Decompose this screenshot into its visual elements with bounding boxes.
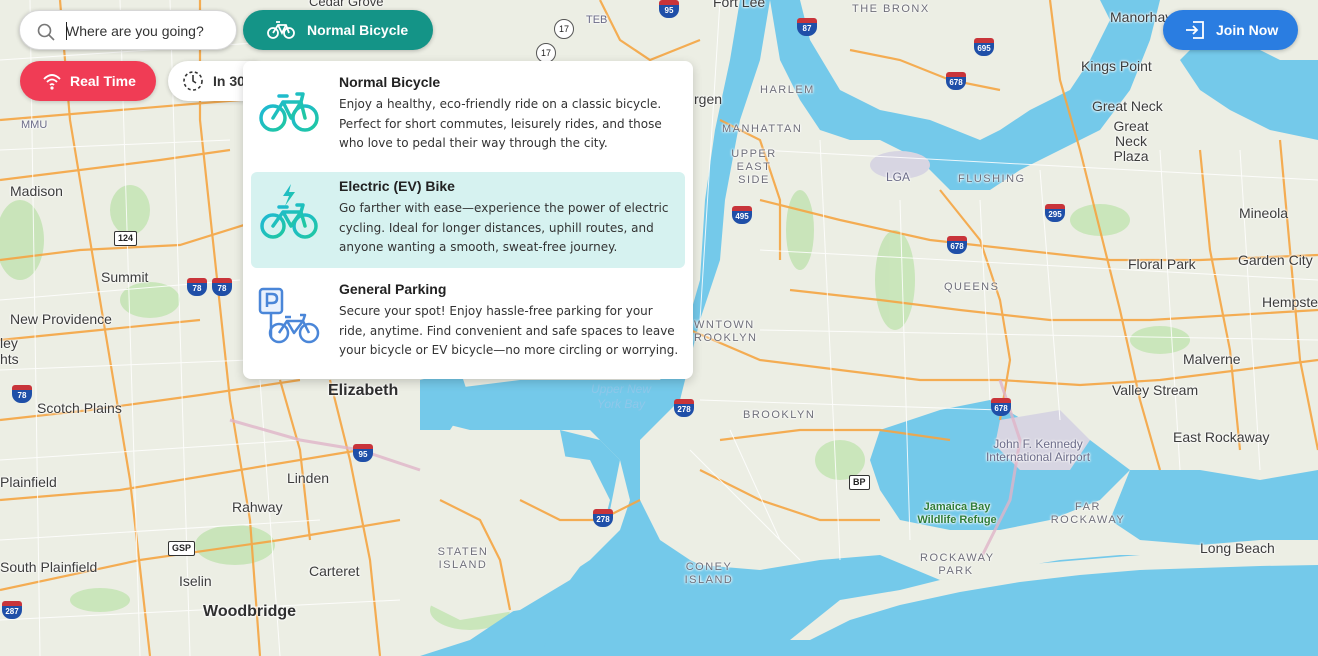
join-now-button[interactable]: Join Now	[1163, 10, 1298, 50]
map-label: THE BRONX	[852, 3, 930, 15]
route-shield: 78	[187, 278, 207, 296]
map-label: Summit	[101, 269, 149, 285]
map-label: TEB	[586, 14, 608, 26]
map-label: East Rockaway	[1173, 429, 1270, 445]
route-shield: 295	[1045, 204, 1065, 222]
map-label: Malverne	[1183, 351, 1241, 367]
map-label: LGA	[886, 170, 911, 184]
map-label: FAR ROCKAWAY	[1050, 501, 1126, 526]
map-label: Great Neck Plaza	[1113, 118, 1149, 164]
map-label: Valley Stream	[1112, 382, 1199, 398]
map-label: Garden City	[1238, 252, 1313, 268]
text-caret	[66, 22, 67, 40]
vehicle-type-dropdown: Normal Bicycle Enjoy a healthy, eco-frie…	[243, 61, 693, 379]
bicycle-icon	[259, 92, 319, 132]
map-label: MMU	[21, 119, 48, 131]
map-label: Rahway	[232, 499, 283, 515]
map-label: FLUSHING	[958, 173, 1026, 185]
option-title: Electric (EV) Bike	[339, 178, 455, 194]
join-now-label: Join Now	[1216, 22, 1279, 38]
map-label: Jamaica Bay Wildlife Refuge	[917, 501, 997, 526]
route-shield: 95	[353, 444, 373, 462]
option-description: Go farther with ease—experience the powe…	[339, 201, 669, 254]
option-description: Enjoy a healthy, eco-friendly ride on a …	[339, 97, 662, 150]
route-shield: 678	[991, 398, 1011, 416]
map-label: hts	[0, 351, 19, 367]
option-electric-bike[interactable]: Electric (EV) Bike Go farther with ease—…	[251, 172, 685, 268]
map-label: John F. Kennedy International Airport	[985, 437, 1091, 464]
map-label: New Providence	[10, 311, 112, 327]
map-label: Hempste	[1262, 294, 1318, 310]
search-icon	[37, 23, 55, 41]
real-time-label: Real Time	[70, 73, 136, 89]
option-normal-bicycle[interactable]: Normal Bicycle Enjoy a healthy, eco-frie…	[251, 68, 685, 164]
schedule-later-label: In 30	[213, 73, 245, 89]
option-description: Secure your spot! Enjoy hassle-free park…	[339, 304, 679, 357]
option-title: General Parking	[339, 281, 447, 297]
map-label: Fort Lee	[713, 0, 766, 10]
map-label: Floral Park	[1128, 256, 1196, 272]
map-label: Mineola	[1239, 205, 1289, 221]
map-label: UPPER EAST SIDE	[731, 148, 777, 186]
map-label: Madison	[10, 183, 63, 199]
route-shield: 287	[2, 601, 22, 619]
option-title: Normal Bicycle	[339, 74, 441, 90]
bicycle-icon	[267, 21, 295, 39]
map-label: ROCKAWAY PARK	[920, 552, 995, 577]
map-label: Carteret	[309, 563, 360, 579]
vehicle-mode-label: Normal Bicycle	[307, 22, 409, 38]
route-shield: 278	[674, 399, 694, 417]
map-label: Kings Point	[1081, 58, 1152, 74]
route-shield: 78	[12, 385, 32, 403]
map-label: MANHATTAN	[722, 123, 803, 135]
clock-dashed-icon	[183, 71, 203, 91]
route-shield: 87	[797, 18, 817, 36]
map-label: South Plainfield	[0, 559, 98, 575]
map-label: Great Neck	[1092, 98, 1163, 114]
route-shield: 124	[114, 231, 138, 246]
route-shield: GSP	[168, 541, 196, 556]
map-label: Linden	[287, 470, 330, 486]
route-shield: 678	[946, 72, 966, 90]
map-label: Woodbridge	[203, 603, 297, 620]
map-label: WNTOWN ROOKLYN	[694, 319, 758, 344]
wifi-icon	[43, 74, 61, 90]
map-label: Elizabeth	[328, 382, 399, 399]
map-label: Scotch Plains	[37, 400, 122, 416]
vehicle-mode-button[interactable]: Normal Bicycle	[243, 10, 433, 50]
search-input[interactable]	[66, 20, 226, 42]
search-box[interactable]	[19, 10, 237, 50]
option-general-parking[interactable]: General Parking Secure your spot! Enjoy …	[251, 275, 685, 371]
map-label: HARLEM	[760, 84, 815, 96]
map-label: CONEY ISLAND	[684, 561, 734, 586]
route-shield: 17	[536, 43, 556, 63]
route-shield: 95	[659, 0, 679, 18]
map-label: STATEN ISLAND	[437, 546, 489, 571]
route-shield: BP	[849, 475, 870, 490]
login-icon	[1186, 21, 1204, 39]
route-shield: 678	[947, 236, 967, 254]
map-label: Cedar Grove	[309, 0, 384, 9]
map-label: QUEENS	[944, 281, 1000, 293]
map-label: Plainfield	[0, 474, 57, 490]
map-label: Iselin	[179, 573, 212, 589]
map-label: BROOKLYN	[743, 409, 816, 421]
real-time-button[interactable]: Real Time	[20, 61, 156, 101]
electric-bike-icon	[260, 184, 318, 239]
route-shield: 695	[974, 38, 994, 56]
map-label: Upper New York Bay	[590, 382, 652, 411]
route-shield: 17	[554, 19, 574, 39]
route-shield: 78	[212, 278, 232, 296]
route-shield: 278	[593, 509, 613, 527]
map-label: ley	[0, 335, 18, 351]
parking-bike-icon	[258, 287, 320, 344]
map-label: rgen	[694, 91, 723, 107]
map-label: Long Beach	[1200, 540, 1275, 556]
route-shield: 495	[732, 206, 752, 224]
